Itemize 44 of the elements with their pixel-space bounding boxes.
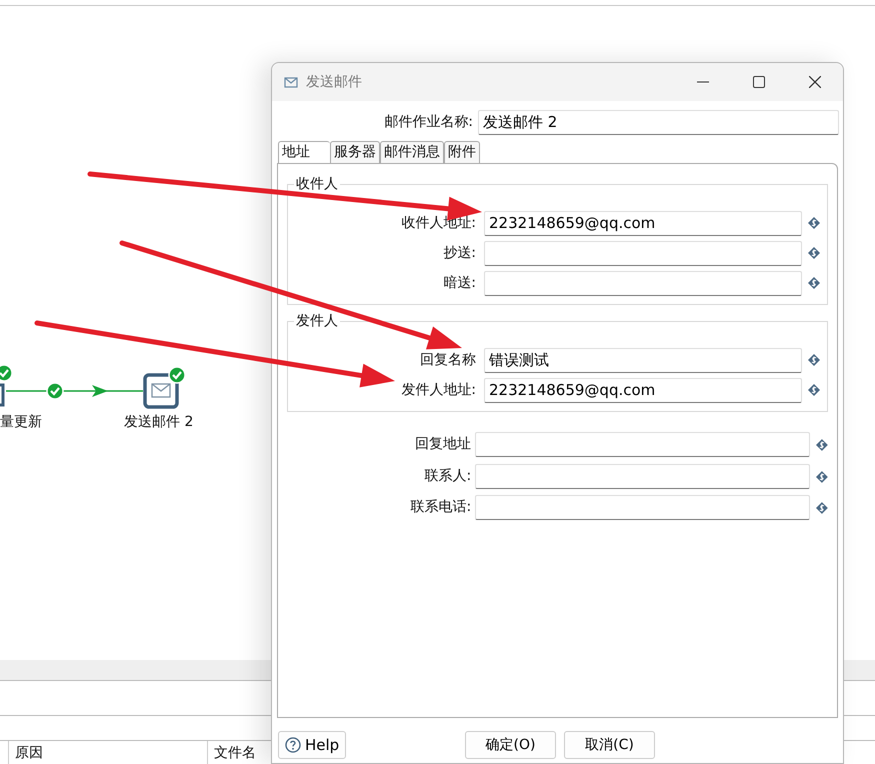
mail-icon (284, 76, 298, 88)
field-label: 回复地址 (414, 435, 472, 454)
tab[interactable]: 服务器 (330, 141, 380, 163)
field-label: 暗送: (442, 274, 476, 292)
text-field[interactable]: 2232148659@qq.com (484, 210, 802, 236)
cancel-button[interactable]: 取消(C) (564, 731, 655, 759)
maximize-icon (753, 76, 765, 88)
text-field[interactable] (484, 240, 802, 266)
variable-icon[interactable] (808, 277, 820, 289)
field-label: 邮件作业名称: (383, 112, 473, 132)
variable-icon[interactable] (816, 438, 828, 450)
close-icon (809, 76, 821, 88)
variable-icon[interactable] (808, 384, 820, 396)
variable-icon[interactable] (816, 470, 828, 482)
text-field[interactable] (475, 464, 810, 489)
variable-icon[interactable] (816, 502, 828, 514)
ok-button[interactable]: 确定(O) (465, 731, 556, 759)
text-field[interactable]: 2232148659@qq.com (484, 378, 802, 402)
tab[interactable]: 邮件消息 (380, 141, 444, 163)
tab[interactable]: 地址 (278, 141, 330, 163)
text-field[interactable] (475, 495, 810, 520)
text-field[interactable] (484, 270, 802, 296)
step-label: 量更新 (0, 413, 42, 432)
variable-icon[interactable] (808, 247, 820, 259)
step-node-icon[interactable] (0, 384, 4, 406)
field-label: 联系电话: (409, 498, 472, 517)
group-title: 发件人 (294, 313, 340, 329)
field-label: 回复名称 (419, 350, 476, 370)
tab[interactable]: 附件 (444, 141, 480, 163)
column-header: 原因 (8, 741, 207, 764)
text-field[interactable]: 发送邮件 2 (478, 110, 839, 134)
help-icon (285, 737, 301, 753)
field-label: 发件人地址: (400, 380, 476, 400)
text-field[interactable] (475, 432, 810, 457)
window-title: 发送邮件 (306, 72, 363, 92)
help-button[interactable]: Help (278, 731, 346, 759)
group-title: 收件人 (294, 176, 340, 192)
field-label: 抄送: (442, 244, 476, 262)
text-field[interactable]: 错误测试 (484, 348, 802, 372)
variable-icon[interactable] (808, 354, 820, 366)
variable-icon[interactable] (808, 217, 820, 229)
field-label: 联系人: (423, 467, 472, 486)
mail-node-icon[interactable] (143, 373, 179, 409)
step-label: 发送邮件 2 (124, 413, 194, 432)
